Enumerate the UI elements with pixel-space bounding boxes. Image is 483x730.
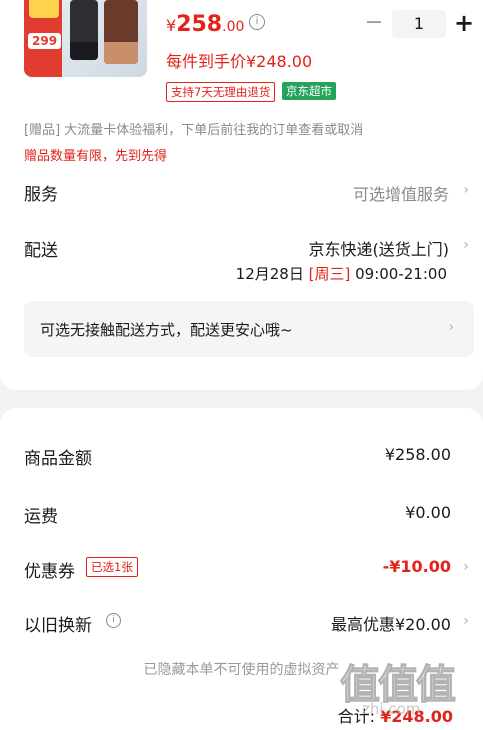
contactless-text: 可选无接触配送方式，配送更安心哦~	[40, 321, 293, 339]
delivery-label: 配送	[24, 241, 58, 261]
service-value[interactable]: 可选增值服务	[353, 181, 449, 205]
tradein-chevron-icon[interactable]: ›	[463, 613, 469, 629]
gift-limit-note: 赠品数量有限，先到先得	[24, 149, 168, 164]
return-policy-tag: 支持7天无理由退货	[166, 82, 276, 102]
goods-amount-label: 商品金额	[24, 449, 92, 469]
delivery-time-range: 09:00-21:00	[355, 265, 447, 283]
delivery-date: 12月28日	[235, 265, 304, 283]
price-info-icon[interactable]: i	[249, 14, 265, 30]
coupon-label: 优惠券	[24, 562, 75, 582]
order-item-card: 299 ¥258.00 i 每件到手价¥248.00 − 1 + 支持7天无理由…	[0, 0, 483, 390]
delivery-method[interactable]: 京东快递(送货上门)	[309, 236, 450, 260]
jd-supermarket-tag: 京东超市	[282, 82, 336, 100]
coupon-chevron-icon[interactable]: ›	[463, 559, 469, 575]
quantity-decrease-button[interactable]: −	[364, 12, 384, 36]
contactless-chevron-icon: ›	[448, 320, 454, 335]
blender-brown	[104, 0, 138, 64]
per-item-price: 每件到手价¥248.00	[166, 52, 313, 71]
quantity-increase-button[interactable]: +	[452, 10, 476, 38]
goods-amount-value: ¥258.00	[384, 445, 451, 464]
coupon-value[interactable]: -¥10.00	[383, 557, 451, 576]
product-price: ¥258.00	[166, 12, 244, 37]
tradein-label: 以旧换新	[24, 616, 92, 636]
quantity-input[interactable]: 1	[392, 10, 446, 38]
contactless-delivery-option[interactable]: 可选无接触配送方式，配送更安心哦~ ›	[24, 301, 474, 357]
coupon-selected-badge: 已选1张	[86, 557, 138, 577]
shipping-label: 运费	[24, 507, 58, 527]
blender-black	[70, 0, 98, 60]
price-currency: ¥	[166, 16, 177, 35]
tradein-value[interactable]: 最高优惠¥20.00	[331, 611, 451, 635]
image-price-chip: 299	[28, 33, 62, 49]
service-chevron-icon[interactable]: ›	[463, 182, 469, 198]
product-image[interactable]: 299	[24, 0, 147, 77]
price-integer: 258	[176, 12, 223, 37]
delivery-weekday: [周三]	[308, 265, 351, 283]
delivery-time[interactable]: 12月28日 [周三] 09:00-21:00	[236, 263, 447, 284]
watermark-site: zhi.com	[362, 700, 421, 718]
tradein-info-icon[interactable]: i	[106, 613, 121, 628]
price-decimal: .00	[222, 19, 245, 35]
delivery-chevron-icon[interactable]: ›	[463, 237, 469, 253]
shipping-value: ¥0.00	[405, 503, 451, 522]
service-label: 服务	[24, 185, 58, 205]
promo-badge	[29, 0, 59, 18]
gift-description[interactable]: [赠品] 大流量卡体验福利，下单后前往我的订单查看或取消	[24, 119, 363, 138]
